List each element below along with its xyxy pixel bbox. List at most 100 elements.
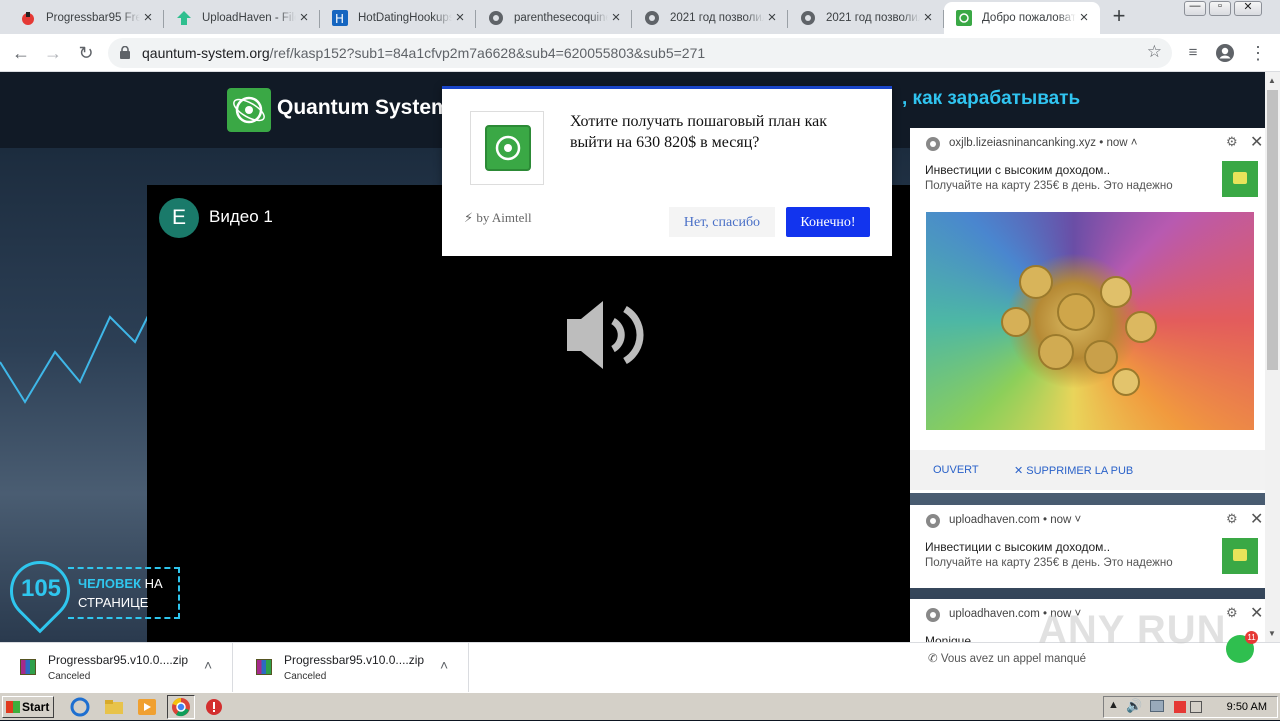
- windows-logo-icon: [6, 701, 20, 713]
- security-alert-icon[interactable]: [1174, 701, 1186, 713]
- download-item[interactable]: Progressbar95.v10.0....zip Canceled ˄: [0, 643, 233, 693]
- notification-title: Инвестиции с высоким доходом..: [925, 163, 1111, 177]
- hotdating-icon: H: [332, 10, 348, 26]
- tab-2021-b[interactable]: 2021 год позволил ×: [788, 2, 944, 34]
- visitor-count-label: ЧЕЛОВЕК НА СТРАНИЦЕ: [78, 576, 163, 610]
- notification-body: Получайте на карту 235€ в день. Это наде…: [925, 180, 1173, 192]
- quantum-icon: [956, 10, 972, 26]
- gear-icon[interactable]: ⚙: [1226, 511, 1238, 527]
- folder-icon[interactable]: [104, 697, 124, 717]
- url-path: /ref/kasp152?sub1=84a1cfvp2m7a6628&sub4=…: [269, 45, 706, 61]
- close-icon[interactable]: ✕: [1250, 132, 1263, 152]
- chrome-taskbar-button[interactable]: [167, 695, 195, 719]
- notification-actions: OUVERT ✕ SUPPRIMER LA PUB: [910, 450, 1270, 490]
- url-text[interactable]: qauntum-system.org/ref/kasp152?sub1=84a1…: [142, 45, 705, 61]
- download-item[interactable]: Progressbar95.v10.0....zip Canceled ˄: [236, 643, 469, 693]
- media-player-icon[interactable]: [137, 697, 157, 717]
- flag-icon[interactable]: [1190, 701, 1202, 713]
- tab-hotdating[interactable]: H HotDatingHookups ×: [320, 2, 476, 34]
- menu-icon[interactable]: ⋮: [1246, 41, 1270, 65]
- notification-badge-icon: [1222, 161, 1258, 197]
- tab-2021-a[interactable]: 2021 год позволил ×: [632, 2, 788, 34]
- download-filename: Progressbar95.v10.0....zip: [48, 653, 189, 667]
- remove-ad-button[interactable]: ✕ SUPPRIMER LA PUB: [1014, 464, 1133, 477]
- chevron-up-icon[interactable]: ˄: [204, 657, 212, 673]
- back-icon[interactable]: ←: [9, 41, 33, 65]
- accept-button[interactable]: Конечно!: [786, 207, 870, 237]
- network-icon[interactable]: [1150, 700, 1164, 712]
- window-close-button[interactable]: ✕: [1234, 1, 1262, 16]
- chrome-icon: [926, 137, 940, 151]
- profile-icon[interactable]: [1213, 41, 1237, 65]
- tab-title: parenthesecoquine: [514, 12, 608, 24]
- quantum-logo-icon: [227, 88, 271, 132]
- popup-icon-frame: [470, 111, 544, 185]
- maximize-button[interactable]: ▫: [1209, 0, 1231, 16]
- gear-icon[interactable]: ⚙: [1226, 134, 1238, 150]
- tab-title: Progressbar95 Free: [46, 12, 140, 24]
- lightning-icon: ⚡: [464, 211, 474, 226]
- close-icon[interactable]: ×: [608, 10, 624, 26]
- reload-icon[interactable]: ↻: [74, 41, 98, 65]
- tab-quantum-active[interactable]: Добро пожаловать ×: [944, 2, 1100, 34]
- tab-title: 2021 год позволил: [670, 12, 764, 24]
- svg-text:H: H: [335, 12, 344, 26]
- tab-progressbar[interactable]: Progressbar95 Free ×: [8, 2, 164, 34]
- stop-icon[interactable]: [204, 697, 224, 717]
- uploadhaven-icon: [176, 10, 192, 26]
- decline-button[interactable]: Нет, спасибо: [669, 207, 775, 237]
- forward-icon[interactable]: →: [41, 41, 65, 65]
- globe-icon: [644, 10, 660, 26]
- start-button[interactable]: Start: [2, 696, 54, 718]
- scroll-up-icon[interactable]: ▲: [1268, 76, 1276, 85]
- tray-expand-icon[interactable]: ▲: [1108, 699, 1119, 711]
- notification-source: oxjlb.lizeiasninancanking.xyz • now ˄: [949, 137, 1138, 149]
- globe-icon: [800, 10, 816, 26]
- notification-title: Инвестиции с высоким доходом..: [925, 540, 1111, 554]
- url-domain: qauntum-system.org: [142, 45, 270, 61]
- notification-body: ✆ Vous avez un appel manqué: [928, 653, 1086, 665]
- tab-parenthesecoquine[interactable]: parenthesecoquine ×: [476, 2, 632, 34]
- download-filename: Progressbar95.v10.0....zip: [284, 653, 425, 667]
- close-icon[interactable]: ×: [764, 10, 780, 26]
- close-icon[interactable]: ×: [1076, 10, 1092, 26]
- speaker-unmute-icon[interactable]: [565, 295, 645, 375]
- site-tagline: , как зарабатывать: [902, 88, 1081, 109]
- open-button[interactable]: OUVERT: [933, 464, 979, 476]
- close-icon[interactable]: ×: [296, 10, 312, 26]
- media-control-icon[interactable]: ≡: [1181, 41, 1205, 65]
- video-title[interactable]: Видео 1: [209, 207, 273, 227]
- notification-source: uploadhaven.com • now ˅: [949, 514, 1082, 526]
- page-scrollbar[interactable]: ▲ ▼: [1265, 72, 1280, 642]
- lock-icon: [120, 46, 130, 59]
- tab-title: HotDatingHookups: [358, 12, 452, 24]
- notification-1[interactable]: oxjlb.lizeiasninancanking.xyz • now ˄ ⚙ …: [910, 128, 1270, 493]
- close-icon[interactable]: ✕: [1250, 509, 1263, 529]
- quantum-logo-icon: [485, 125, 531, 171]
- notification-2[interactable]: uploadhaven.com • now ˅ ⚙ ✕ Инвестиции с…: [910, 505, 1270, 588]
- channel-avatar[interactable]: E: [159, 198, 199, 238]
- euro-banknotes-image: [926, 212, 1254, 430]
- minimize-button[interactable]: —: [1184, 0, 1206, 16]
- new-tab-button[interactable]: +: [1108, 5, 1130, 28]
- tab-strip: Progressbar95 Free × UploadHaven - File …: [0, 0, 1280, 34]
- download-status: Canceled: [48, 671, 91, 682]
- push-permission-popup: Хотите получать пошаговый план как выйти…: [442, 86, 892, 256]
- bookmark-star-icon[interactable]: ☆: [1147, 42, 1162, 62]
- volume-icon[interactable]: 🔊: [1126, 698, 1142, 714]
- ie-icon[interactable]: [70, 697, 90, 717]
- close-icon[interactable]: ×: [140, 10, 156, 26]
- progressbar-icon: [20, 10, 36, 26]
- phone-icon: ✆: [928, 653, 938, 665]
- notification-body: Получайте на карту 235€ в день. Это наде…: [925, 557, 1173, 569]
- close-icon[interactable]: ×: [920, 10, 936, 26]
- close-icon[interactable]: ×: [452, 10, 468, 26]
- windows-taskbar: Start ▲ 🔊 9:50 AM: [0, 692, 1280, 720]
- address-bar[interactable]: qauntum-system.org/ref/kasp152?sub1=84a1…: [108, 38, 1172, 68]
- browser-toolbar: ← → ↻ qauntum-system.org/ref/kasp152?sub…: [0, 34, 1280, 72]
- scrollbar-thumb[interactable]: [1267, 90, 1278, 370]
- globe-icon: [488, 10, 504, 26]
- winrar-archive-icon: [20, 659, 36, 675]
- tab-uploadhaven[interactable]: UploadHaven - File ×: [164, 2, 320, 34]
- chevron-up-icon[interactable]: ˄: [440, 657, 448, 673]
